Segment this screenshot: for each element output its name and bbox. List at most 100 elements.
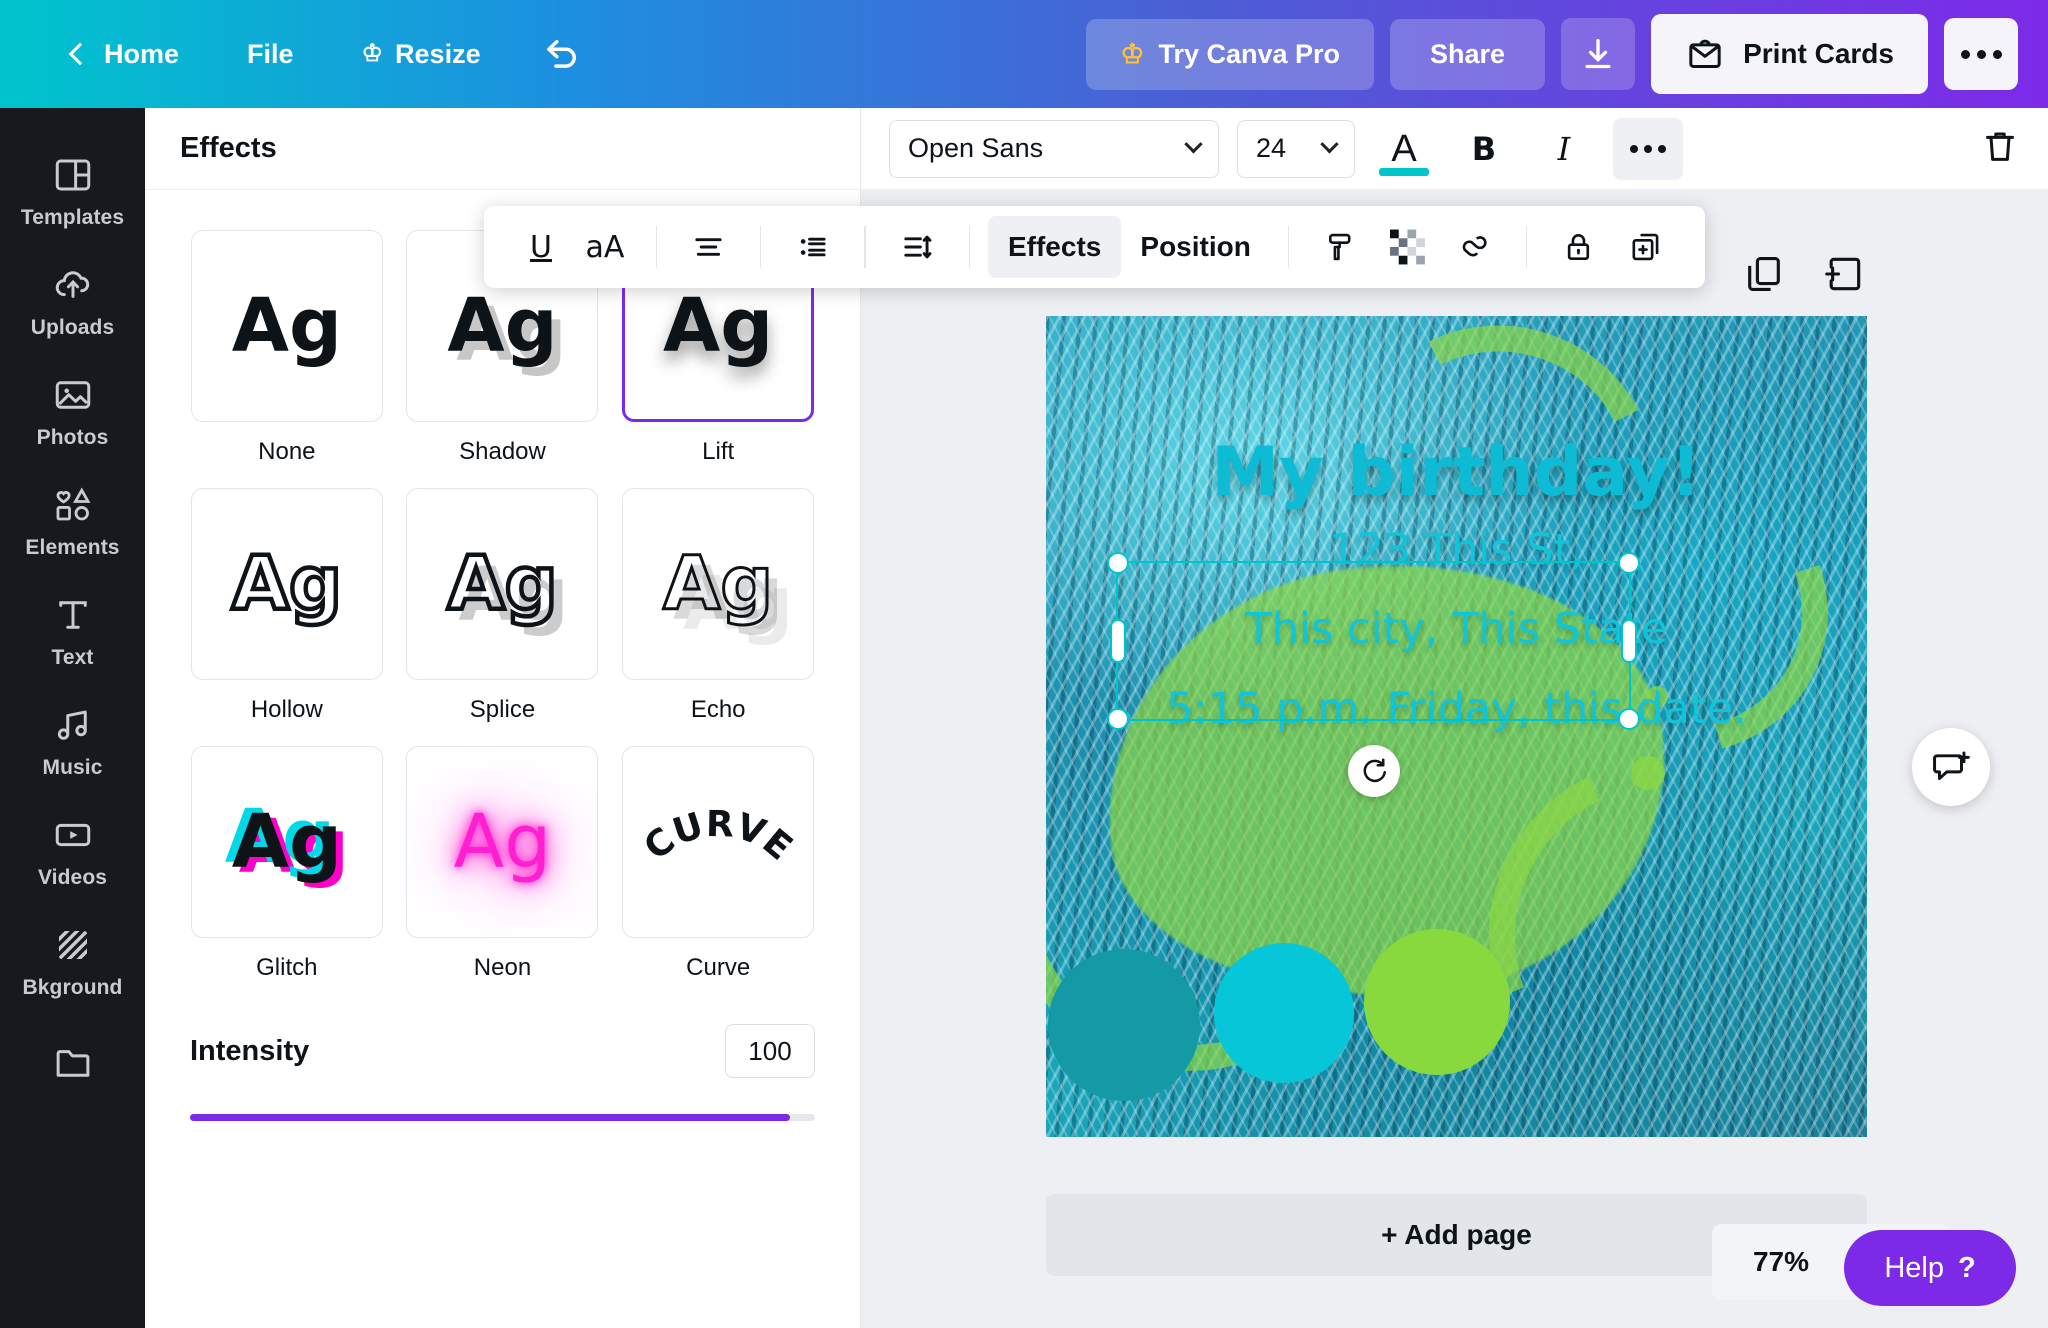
sidebar-item-templates[interactable]: Templates — [0, 136, 145, 246]
letter-case-button[interactable]: aA — [572, 216, 638, 278]
effects-tab-button[interactable]: Effects — [988, 216, 1122, 278]
sidebar-label: Templates — [21, 206, 124, 230]
chevron-down-icon — [1320, 135, 1338, 153]
resize-handle-top-left[interactable] — [1107, 552, 1129, 574]
intensity-input[interactable]: 100 — [725, 1024, 815, 1078]
sidebar-label: Uploads — [31, 316, 115, 340]
share-button[interactable]: Share — [1390, 19, 1545, 90]
align-button[interactable] — [675, 216, 742, 278]
intensity-value: 100 — [748, 1036, 791, 1067]
effect-label: Echo — [691, 696, 746, 724]
sidebar-item-elements[interactable]: Elements — [0, 466, 145, 576]
help-button[interactable]: Help ? — [1844, 1230, 2016, 1306]
line-spacing-icon — [900, 227, 935, 267]
duplicate-page-button[interactable] — [1742, 252, 1786, 301]
bullet-list-icon — [795, 227, 830, 267]
divider — [969, 226, 970, 268]
sidebar-item-text[interactable]: Text — [0, 576, 145, 686]
effect-card[interactable]: Ag — [191, 746, 383, 938]
svg-text:CURVE: CURVE — [638, 804, 798, 869]
text-selection-frame[interactable] — [1116, 561, 1631, 721]
copy-style-button[interactable] — [1307, 216, 1374, 278]
download-button[interactable] — [1561, 18, 1635, 90]
link-button[interactable] — [1441, 216, 1508, 278]
intensity-label: Intensity — [190, 1035, 309, 1068]
transparency-button[interactable] — [1374, 216, 1441, 278]
delete-button[interactable] — [1980, 126, 2020, 171]
design-page[interactable]: My birthday! 123 This St, This city, Thi… — [1046, 316, 1867, 1137]
sidebar-item-background[interactable]: Bkground — [0, 906, 145, 1016]
text-more-options-button[interactable] — [1613, 118, 1683, 180]
resize-handle-middle-right[interactable] — [1621, 619, 1637, 663]
effect-card[interactable]: Ag — [191, 488, 383, 680]
text-icon — [52, 594, 94, 636]
effects-grid: Ag None Ag Shadow Ag Lift Ag H — [145, 190, 860, 982]
bold-button[interactable]: B — [1453, 118, 1515, 180]
dot-icon — [1658, 145, 1666, 153]
home-button[interactable]: Home — [38, 29, 213, 80]
chevron-left-icon — [69, 43, 92, 66]
line-spacing-button[interactable] — [884, 216, 951, 278]
rotate-icon — [1359, 756, 1389, 786]
font-family-select[interactable]: Open Sans — [889, 120, 1219, 178]
effect-option-neon[interactable]: Ag Neon — [406, 746, 600, 982]
sidebar-item-photos[interactable]: Photos — [0, 356, 145, 466]
effect-card[interactable]: Ag — [406, 488, 598, 680]
effect-option-echo[interactable]: Ag Echo — [621, 488, 815, 724]
add-page-icon-button[interactable] — [1822, 252, 1866, 301]
try-canva-pro-button[interactable]: ♔ Try Canva Pro — [1086, 19, 1374, 90]
transparency-icon — [1390, 227, 1425, 267]
intensity-row: Intensity 100 — [145, 982, 860, 1078]
bullet-list-button[interactable] — [779, 216, 846, 278]
effect-option-glitch[interactable]: Ag Glitch — [190, 746, 384, 982]
music-icon — [52, 704, 94, 746]
effect-option-hollow[interactable]: Ag Hollow — [190, 488, 384, 724]
effect-card[interactable]: CURVE — [622, 746, 814, 938]
underline-button[interactable]: U — [510, 216, 572, 278]
text-color-button[interactable]: A — [1373, 118, 1435, 180]
paint-roller-icon — [1323, 227, 1358, 267]
resize-handle-middle-left[interactable] — [1110, 619, 1126, 663]
file-menu[interactable]: File — [213, 29, 328, 80]
case-label: aA — [586, 230, 625, 265]
sidebar-label: Bkground — [23, 976, 123, 1000]
effect-option-curve[interactable]: CURVE Curve — [621, 746, 815, 982]
rotate-handle[interactable] — [1348, 745, 1400, 797]
dot-icon — [1993, 50, 2002, 59]
duplicate-button[interactable] — [1612, 216, 1679, 278]
effect-option-none[interactable]: Ag None — [190, 230, 384, 466]
link-icon — [1457, 227, 1492, 267]
resize-handle-bottom-right[interactable] — [1618, 708, 1640, 730]
font-size-select[interactable]: 24 — [1237, 120, 1355, 178]
intensity-slider[interactable] — [145, 1078, 860, 1136]
sidebar-item-music[interactable]: Music — [0, 686, 145, 796]
effects-panel: Effects Ag None Ag Shadow Ag Lift — [145, 108, 861, 1328]
add-comment-button[interactable] — [1912, 728, 1990, 806]
resize-handle-top-right[interactable] — [1618, 552, 1640, 574]
sidebar-item-videos[interactable]: Videos — [0, 796, 145, 906]
effect-option-splice[interactable]: Ag Splice — [406, 488, 600, 724]
templates-icon — [52, 154, 94, 196]
effect-label: Glitch — [256, 954, 317, 982]
design-title: My birthday! — [1046, 436, 1867, 511]
undo-button[interactable] — [515, 23, 609, 85]
position-button[interactable]: Position — [1121, 216, 1269, 278]
zoom-percentage[interactable]: 77% — [1753, 1246, 1809, 1278]
secondary-icon-row — [1742, 252, 1866, 301]
print-cards-button[interactable]: Print Cards — [1651, 14, 1928, 94]
effect-card[interactable]: Ag — [191, 230, 383, 422]
italic-button[interactable]: I — [1533, 118, 1595, 180]
more-options-button[interactable] — [1944, 18, 2018, 90]
sidebar-item-folder[interactable] — [0, 1016, 145, 1100]
resize-button[interactable]: ♔ Resize — [328, 29, 515, 80]
panel-title: Effects — [145, 108, 860, 190]
resize-handle-bottom-left[interactable] — [1107, 708, 1129, 730]
sidebar-item-uploads[interactable]: Uploads — [0, 246, 145, 356]
add-page-label: + Add page — [1381, 1219, 1532, 1251]
effect-card[interactable]: Ag — [406, 746, 598, 938]
top-bar-left: Home File ♔ Resize — [0, 23, 609, 85]
italic-label: I — [1558, 130, 1571, 168]
effect-card[interactable]: Ag — [622, 488, 814, 680]
lock-button[interactable] — [1545, 216, 1612, 278]
undo-icon — [541, 33, 583, 75]
